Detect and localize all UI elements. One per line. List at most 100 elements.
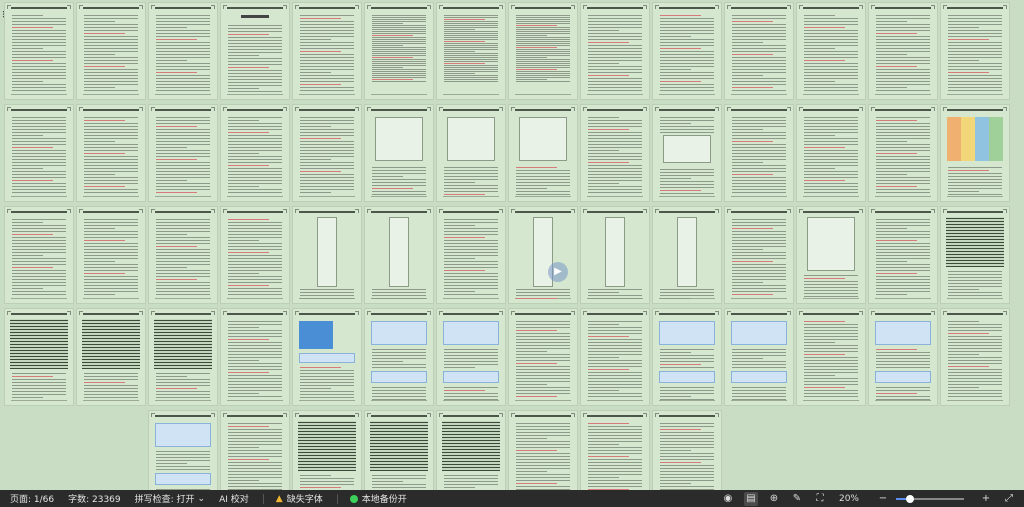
- play-icon: ▶: [554, 266, 562, 277]
- page-thumbnail[interactable]: [148, 410, 218, 490]
- page-thumbnail[interactable]: [724, 308, 794, 406]
- page-thumbnail[interactable]: [508, 410, 578, 490]
- page-thumbnail[interactable]: [940, 2, 1010, 100]
- local-backup-button[interactable]: 本地备份开: [349, 492, 407, 505]
- page-thumbnail[interactable]: [292, 308, 362, 406]
- page-view-icon[interactable]: ▤: [743, 491, 758, 506]
- page-thumbnail: [940, 410, 1010, 490]
- page-thumbnail[interactable]: [868, 206, 938, 304]
- page-thumbnail[interactable]: [148, 2, 218, 100]
- missing-font-button[interactable]: ▲ 缺失字体: [275, 492, 323, 506]
- missing-font-label: 缺失字体: [286, 495, 323, 505]
- page-thumbnail[interactable]: [796, 206, 866, 304]
- page-thumbnail[interactable]: [76, 206, 146, 304]
- page-thumbnail[interactable]: [580, 104, 650, 202]
- page-thumbnail[interactable]: [508, 308, 578, 406]
- page-thumbnail[interactable]: [364, 308, 434, 406]
- word-count-label: 字数: 23369: [68, 495, 121, 505]
- page-thumbnail[interactable]: [4, 206, 74, 304]
- zoom-slider-knob[interactable]: [905, 494, 914, 503]
- page-thumbnail[interactable]: [436, 104, 506, 202]
- page-thumbnail[interactable]: [76, 308, 146, 406]
- page-thumbnail[interactable]: [436, 206, 506, 304]
- view-tools: ◉ ▤ ⊕ ✎ ⛶ 20% − + ⤢: [712, 490, 1016, 507]
- page-thumbnail[interactable]: [508, 2, 578, 100]
- ai-proofread-label: AI 校对: [219, 495, 249, 505]
- page-thumbnail[interactable]: [508, 206, 578, 304]
- page-thumbnail[interactable]: [580, 206, 650, 304]
- word-count[interactable]: 字数: 23369: [68, 492, 121, 505]
- page-thumbnail[interactable]: [220, 206, 290, 304]
- page-thumbnail[interactable]: [292, 410, 362, 490]
- page-thumbnail[interactable]: [868, 2, 938, 100]
- page-thumbnail[interactable]: [436, 2, 506, 100]
- page-thumbnail[interactable]: [436, 308, 506, 406]
- page-thumbnail[interactable]: [796, 2, 866, 100]
- page-thumbnail[interactable]: [220, 104, 290, 202]
- page-thumbnail[interactable]: [4, 2, 74, 100]
- page-thumbnail[interactable]: [868, 104, 938, 202]
- page-thumbnail[interactable]: [220, 410, 290, 490]
- page-thumbnail[interactable]: [652, 410, 722, 490]
- pen-icon[interactable]: ✎: [790, 492, 804, 506]
- document-canvas[interactable]: ⠿ ▶: [0, 0, 1024, 490]
- ai-proofread-button[interactable]: AI 校对: [219, 492, 249, 505]
- page-thumbnail[interactable]: [76, 104, 146, 202]
- page-thumbnail: [4, 410, 74, 490]
- spell-check-toggle[interactable]: 拼写检查: 打开 ⌄: [134, 492, 206, 506]
- spell-check-label: 拼写检查: 打开: [134, 495, 195, 505]
- zoom-in-button[interactable]: +: [979, 492, 993, 506]
- page-thumbnail[interactable]: [364, 104, 434, 202]
- page-thumbnail[interactable]: [220, 2, 290, 100]
- page-thumbnail[interactable]: [436, 410, 506, 490]
- page-thumbnail[interactable]: [652, 308, 722, 406]
- page-thumbnail[interactable]: [148, 104, 218, 202]
- page-thumbnail[interactable]: [292, 2, 362, 100]
- fullscreen-icon[interactable]: ⤢: [1002, 492, 1016, 506]
- page-thumbnail[interactable]: [580, 308, 650, 406]
- page-thumbnail[interactable]: [364, 206, 434, 304]
- page-thumbnail[interactable]: [724, 206, 794, 304]
- page-thumbnail-grid: [4, 2, 1010, 490]
- page-thumbnail[interactable]: [940, 206, 1010, 304]
- page-thumbnail[interactable]: [652, 104, 722, 202]
- page-thumbnail[interactable]: [4, 104, 74, 202]
- status-bar: 页面: 1/66 字数: 23369 拼写检查: 打开 ⌄ AI 校对 ▲ 缺失…: [0, 490, 1024, 507]
- page-thumbnail[interactable]: [796, 104, 866, 202]
- page-thumbnail[interactable]: [364, 410, 434, 490]
- page-thumbnail[interactable]: [364, 2, 434, 100]
- page-thumbnail[interactable]: [940, 104, 1010, 202]
- page-thumbnail[interactable]: [796, 308, 866, 406]
- warning-icon: ▲: [275, 493, 283, 504]
- page-thumbnail[interactable]: [508, 104, 578, 202]
- page-thumbnail[interactable]: [580, 2, 650, 100]
- status-divider: [336, 493, 338, 504]
- page-thumbnail[interactable]: [724, 2, 794, 100]
- page-thumbnail[interactable]: [292, 104, 362, 202]
- eye-icon[interactable]: ◉: [721, 492, 735, 506]
- page-indicator-label: 页面: 1/66: [10, 495, 55, 505]
- page-thumbnail[interactable]: [76, 2, 146, 100]
- play-button[interactable]: ▶: [548, 262, 568, 282]
- page-thumbnail[interactable]: [868, 308, 938, 406]
- page-thumbnail[interactable]: [940, 308, 1010, 406]
- page-thumbnail[interactable]: [220, 308, 290, 406]
- chevron-down-icon: ⌄: [197, 493, 206, 504]
- page-thumbnail[interactable]: [4, 308, 74, 406]
- web-view-icon[interactable]: ⊕: [767, 492, 781, 506]
- page-thumbnail: [724, 410, 794, 490]
- page-indicator[interactable]: 页面: 1/66: [10, 492, 54, 505]
- zoom-out-button[interactable]: −: [876, 492, 890, 506]
- zoom-slider[interactable]: [896, 494, 964, 503]
- zoom-level[interactable]: 20%: [839, 494, 859, 504]
- page-thumbnail: [76, 410, 146, 490]
- page-thumbnail[interactable]: [652, 2, 722, 100]
- status-divider: [262, 493, 264, 504]
- page-thumbnail[interactable]: [724, 104, 794, 202]
- page-thumbnail[interactable]: [580, 410, 650, 490]
- page-thumbnail[interactable]: [652, 206, 722, 304]
- page-thumbnail[interactable]: [292, 206, 362, 304]
- page-thumbnail[interactable]: [148, 206, 218, 304]
- fit-page-icon[interactable]: ⛶: [813, 492, 827, 506]
- page-thumbnail[interactable]: [148, 308, 218, 406]
